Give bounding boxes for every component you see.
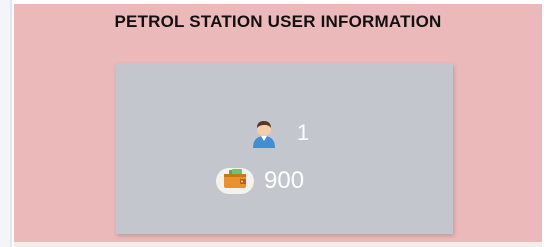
left-edge-divider (0, 0, 12, 247)
screen: PETROL STATION USER INFORMATION 1 900 (0, 0, 548, 247)
user-avatar-icon (245, 118, 283, 148)
user-info-card: 1 900 (116, 63, 453, 234)
user-count-row: 1 (245, 118, 309, 148)
info-panel: PETROL STATION USER INFORMATION 1 900 (14, 4, 542, 242)
wallet-icon-badge (216, 168, 254, 194)
user-count-value: 1 (297, 120, 310, 145)
wallet-balance-value: 900 (264, 167, 305, 194)
bottom-strip (14, 242, 542, 247)
wallet-icon (222, 168, 248, 194)
page-title: PETROL STATION USER INFORMATION (114, 12, 442, 31)
wallet-balance-row: 900 (216, 166, 304, 196)
